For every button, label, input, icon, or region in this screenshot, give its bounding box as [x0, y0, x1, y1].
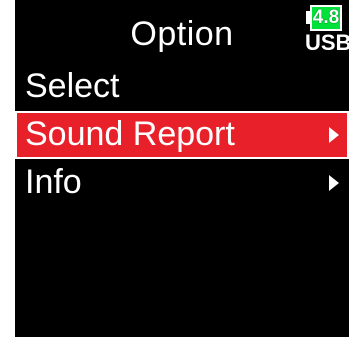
- battery-level: 4.8: [312, 7, 340, 28]
- power-source-label: USB: [305, 30, 349, 55]
- battery-indicator: 4.8 USB: [305, 5, 349, 57]
- menu-item-label: Select: [25, 67, 120, 105]
- menu-item-select[interactable]: Select: [15, 63, 349, 111]
- menu-item-label: Info: [25, 163, 82, 201]
- menu-item-label: Sound Report: [25, 115, 235, 153]
- menu-item-sound-report[interactable]: Sound Report: [15, 111, 349, 159]
- chevron-right-icon: [329, 127, 339, 143]
- device-screen: Option 4.8 USB Select Sound Report Info: [15, 0, 349, 337]
- option-menu: Select Sound Report Info: [15, 63, 349, 207]
- page-title: Option: [130, 15, 234, 53]
- header-bar: Option 4.8 USB: [15, 0, 349, 62]
- chevron-right-icon: [329, 175, 339, 191]
- menu-item-info[interactable]: Info: [15, 159, 349, 207]
